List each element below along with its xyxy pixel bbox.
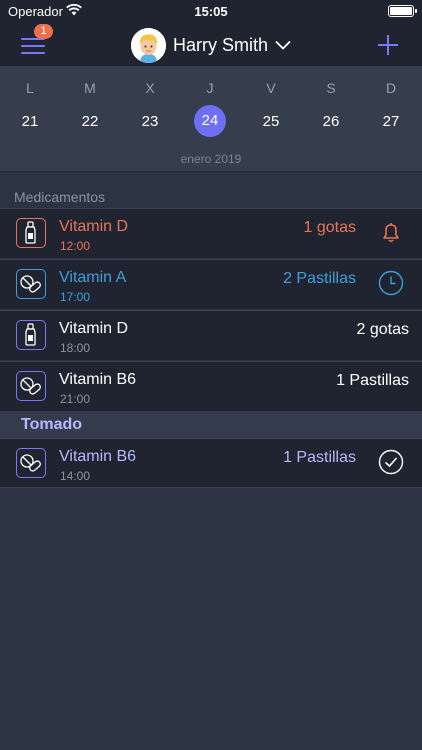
day-number: 21 <box>21 113 39 130</box>
weekday-label: V <box>266 80 276 96</box>
medication-name: Vitamin B6 <box>59 371 137 388</box>
dropper-icon <box>16 320 46 350</box>
medication-row[interactable]: Vitamin D 12:00 1 gotas <box>0 208 422 258</box>
nav-bar: 1 Harry Smith <box>0 24 422 66</box>
medication-time: 21:00 <box>60 392 91 406</box>
plus-icon <box>378 35 398 55</box>
day-number: 27 <box>382 113 400 130</box>
weekday-label: J <box>206 80 214 96</box>
user-avatar-icon <box>131 27 166 63</box>
profile-selector[interactable]: Harry Smith <box>131 26 291 64</box>
medication-time: 18:00 <box>60 341 91 355</box>
medication-time: 12:00 <box>60 239 91 253</box>
day-number: 25 <box>262 113 280 130</box>
section-title: Tomado <box>21 416 83 433</box>
pills-icon <box>16 269 46 299</box>
taken-medication-row[interactable]: Vitamin B6 14:00 1 Pastillas <box>0 438 422 488</box>
clock-icon[interactable] <box>378 270 404 296</box>
checkmark-circle-icon[interactable] <box>378 449 404 475</box>
dropper-icon <box>16 218 46 248</box>
bell-icon[interactable] <box>378 219 404 245</box>
medication-dose: 1 Pastillas <box>336 372 409 389</box>
medication-row[interactable]: Vitamin B6 21:00 1 Pastillas <box>0 361 422 411</box>
week-calendar: L 21 M 22 X 23 J 24 V 25 S 26 D 27 enero… <box>0 66 422 171</box>
status-bar: Operador 15:05 <box>0 0 422 24</box>
weekday-label: L <box>26 80 34 96</box>
medication-row[interactable]: Vitamin A 17:00 2 Pastillas <box>0 259 422 309</box>
day-number: 26 <box>322 113 340 130</box>
month-label: enero 2019 <box>180 152 242 166</box>
add-button[interactable] <box>376 33 400 57</box>
weekday-label: S <box>326 80 336 96</box>
weekday-label: D <box>385 80 397 96</box>
notification-badge: 1 <box>34 24 53 39</box>
chevron-down-icon <box>275 40 291 50</box>
medication-dose: 1 gotas <box>303 219 356 236</box>
medication-time: 14:00 <box>60 469 91 483</box>
medication-row[interactable]: Vitamin D 18:00 2 gotas <box>0 310 422 360</box>
taken-section-header: Tomado <box>0 411 422 438</box>
medication-time: 17:00 <box>60 290 91 304</box>
avatar <box>131 27 166 63</box>
medication-name: Vitamin B6 <box>59 448 137 465</box>
medication-name: Vitamin D <box>59 320 129 337</box>
status-time: 15:05 <box>194 4 228 19</box>
medication-name: Vitamin D <box>59 218 129 235</box>
day-number: 24 <box>194 105 226 137</box>
pills-icon <box>16 448 46 478</box>
medications-section-header: Medicamentos <box>0 171 422 208</box>
medication-dose: 2 gotas <box>356 321 409 338</box>
medication-dose: 1 Pastillas <box>283 449 356 466</box>
day-number: 22 <box>81 113 99 130</box>
profile-name: Harry Smith <box>173 34 269 55</box>
weekday-label: X <box>145 80 155 96</box>
weekday-label: M <box>84 80 96 96</box>
section-title: Medicamentos <box>14 189 106 205</box>
medication-dose: 2 Pastillas <box>283 270 356 287</box>
battery-icon <box>388 5 417 17</box>
day-number: 23 <box>141 113 159 130</box>
pills-icon <box>16 371 46 401</box>
medication-name: Vitamin A <box>59 269 127 286</box>
